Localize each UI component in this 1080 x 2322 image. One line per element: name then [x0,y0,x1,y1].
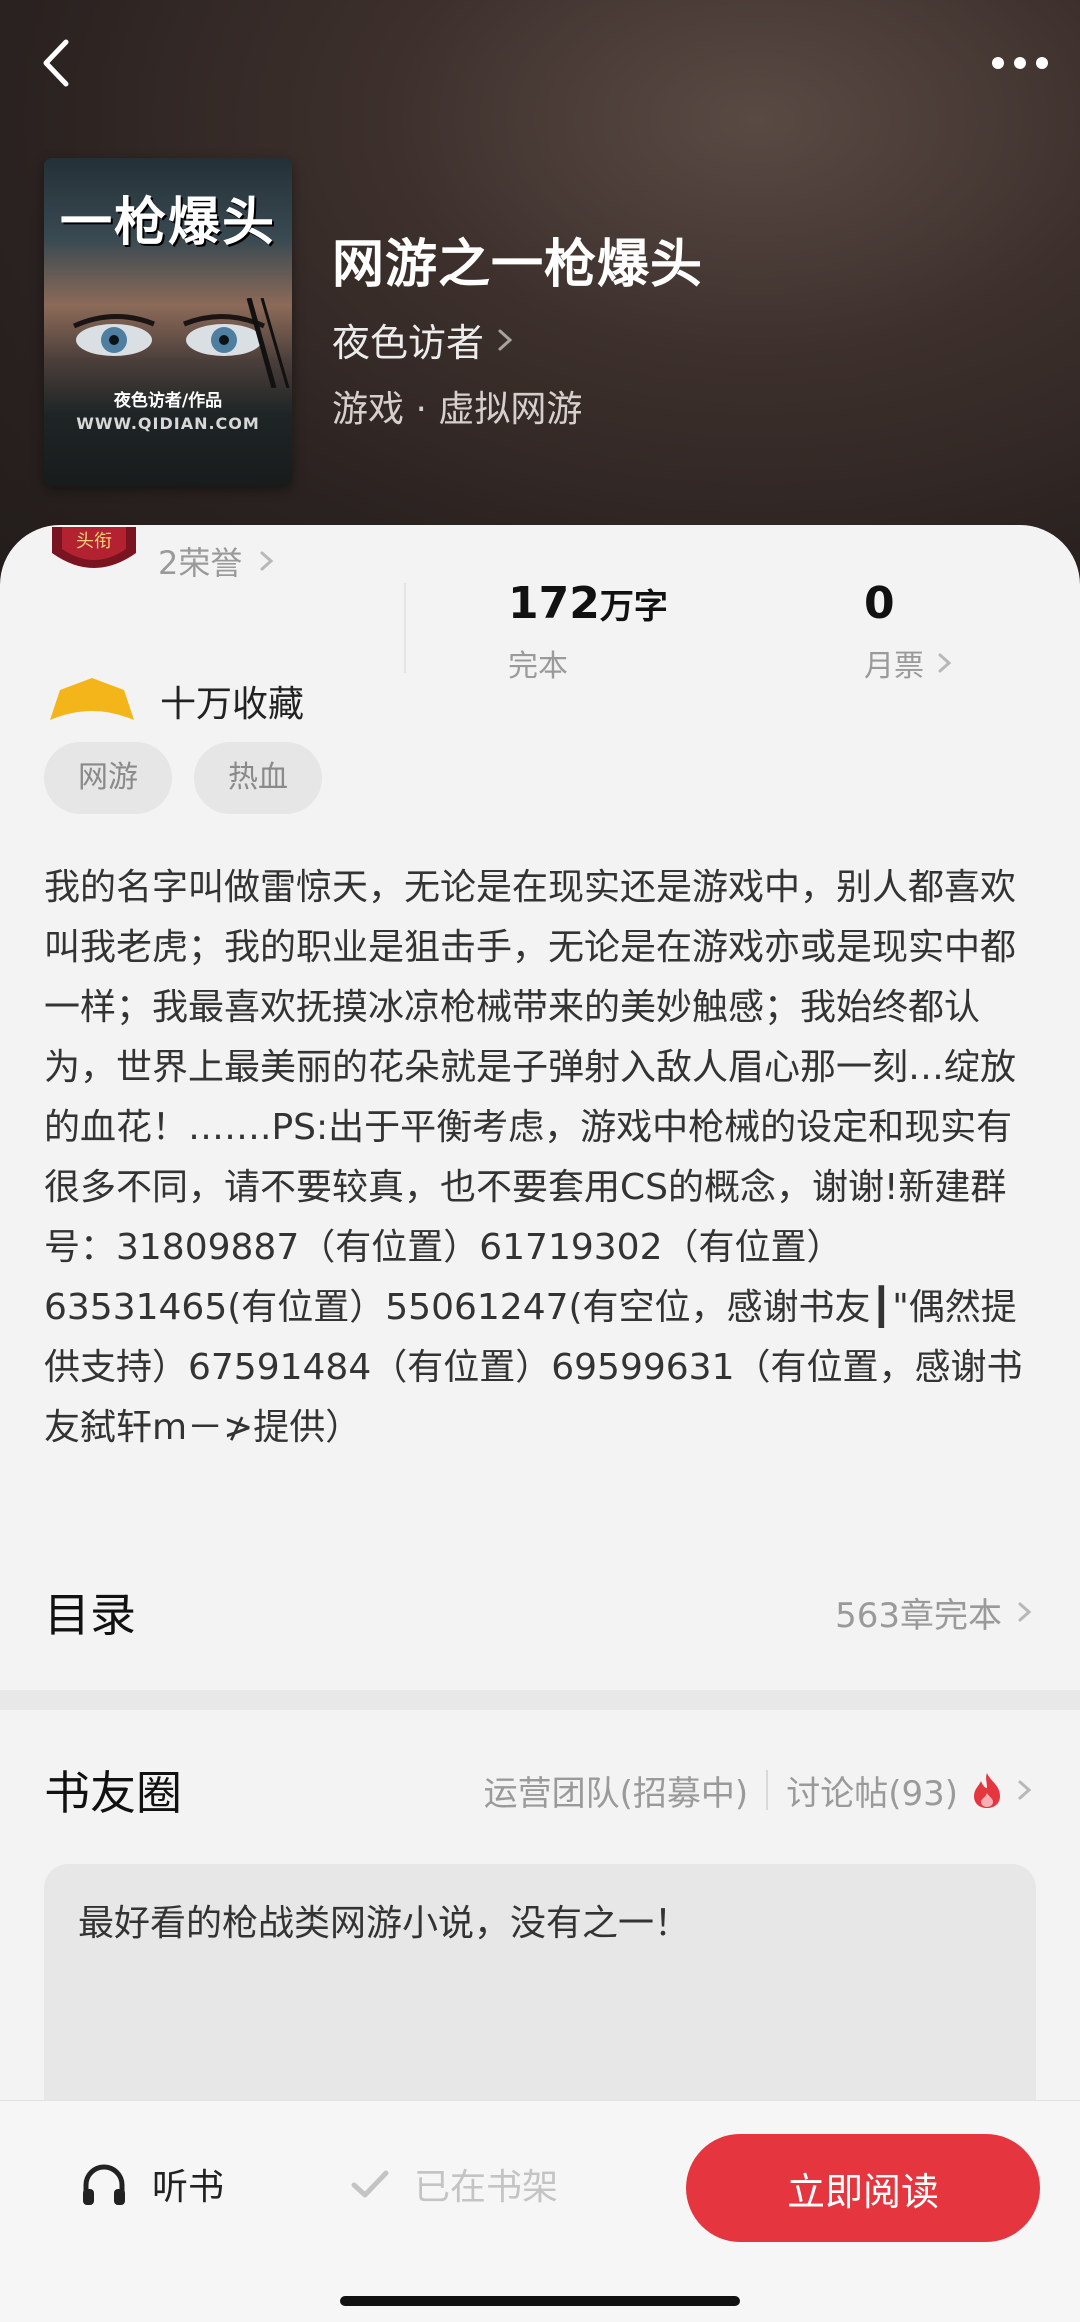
chevron-right-icon [1018,1602,1032,1622]
monthly-votes-stat[interactable]: 0 月票 [864,578,956,685]
word-count-number: 172 [508,578,600,629]
listen-label: 听书 [152,2167,225,2208]
chevron-right-icon [498,329,513,350]
cover-title: 一枪爆头 [59,192,276,253]
tag-list: 网游 热血 [44,742,344,814]
read-now-button[interactable]: 立即阅读 [686,2134,1040,2242]
honor-count: 2荣誉 [158,544,243,582]
tag-chip[interactable]: 热血 [194,742,322,814]
monthly-votes-number: 0 [864,578,895,629]
toc-title: 目录 [44,1588,136,1642]
ops-team-link[interactable]: 运营团队(招募中) [484,1766,749,1815]
word-count-unit: 万字 [599,587,668,627]
book-header: 一枪爆头 夜色访者/作品 WWW.QIDIAN.COM 网游之一枪爆头 夜色访者… [0,0,1080,600]
shelf-button[interactable]: 已在书架 [350,2158,558,2210]
post-text: 最好看的枪战类网游小说，没有之一！ [78,1903,691,1944]
collect-count: 十万收藏 [160,684,305,725]
book-circle-header: 书友圈 运营团队(招募中) 讨论帖(93) [44,1750,1036,1830]
book-description[interactable]: 我的名字叫做雷惊天，无论是在现实还是游戏中，别人都喜欢叫我老虎；我的职业是狙击手… [44,858,1034,1458]
more-button[interactable] [980,28,1060,98]
stat-divider [404,583,406,673]
chevron-right-icon [938,653,952,673]
author-link[interactable]: 夜色访者 [332,312,518,367]
section-divider [0,1690,1080,1710]
book-cover[interactable]: 一枪爆头 夜色访者/作品 WWW.QIDIAN.COM [44,158,292,486]
monthly-votes-label: 月票 [864,649,924,684]
chevron-right-icon [1018,1780,1032,1800]
circle-title: 书友圈 [44,1766,182,1820]
fire-icon [974,1773,1000,1808]
honor-link[interactable]: 2荣誉 [158,538,278,584]
more-horizontal-icon [992,57,1048,69]
chevron-right-icon [260,551,274,571]
book-status: 完本 [508,649,568,684]
cover-author: 夜色访者/作品 [113,391,223,411]
crown-collect-icon [50,678,134,720]
toc-summary: 563章完本 [835,1595,1002,1636]
word-count-stat: 172万字 完本 [508,578,668,685]
honor-badge-text: 头衔 [76,531,112,552]
checkmark-icon [351,2170,389,2198]
back-button[interactable] [22,28,92,98]
circle-separator [766,1770,769,1810]
chevron-left-icon [43,39,69,87]
author-name: 夜色访者 [332,321,485,365]
collect-row: 十万收藏 [48,675,304,727]
book-title: 网游之一枪爆头 [332,235,704,295]
cover-site: WWW.QIDIAN.COM [76,414,260,433]
genre-label: 游戏 · 虚拟网游 [332,389,583,430]
listen-button[interactable]: 听书 [80,2158,224,2210]
headphones-icon [83,2164,125,2205]
shelf-label: 已在书架 [414,2167,559,2208]
discussions-link[interactable]: 讨论帖(93) [786,1766,958,1815]
cover-eyes-art [72,298,290,388]
honor-badge-icon: 头衔 [52,527,136,568]
home-indicator [340,2296,740,2306]
tag-chip[interactable]: 网游 [44,742,172,814]
toc-row[interactable]: 目录 563章完本 [44,1572,1036,1652]
